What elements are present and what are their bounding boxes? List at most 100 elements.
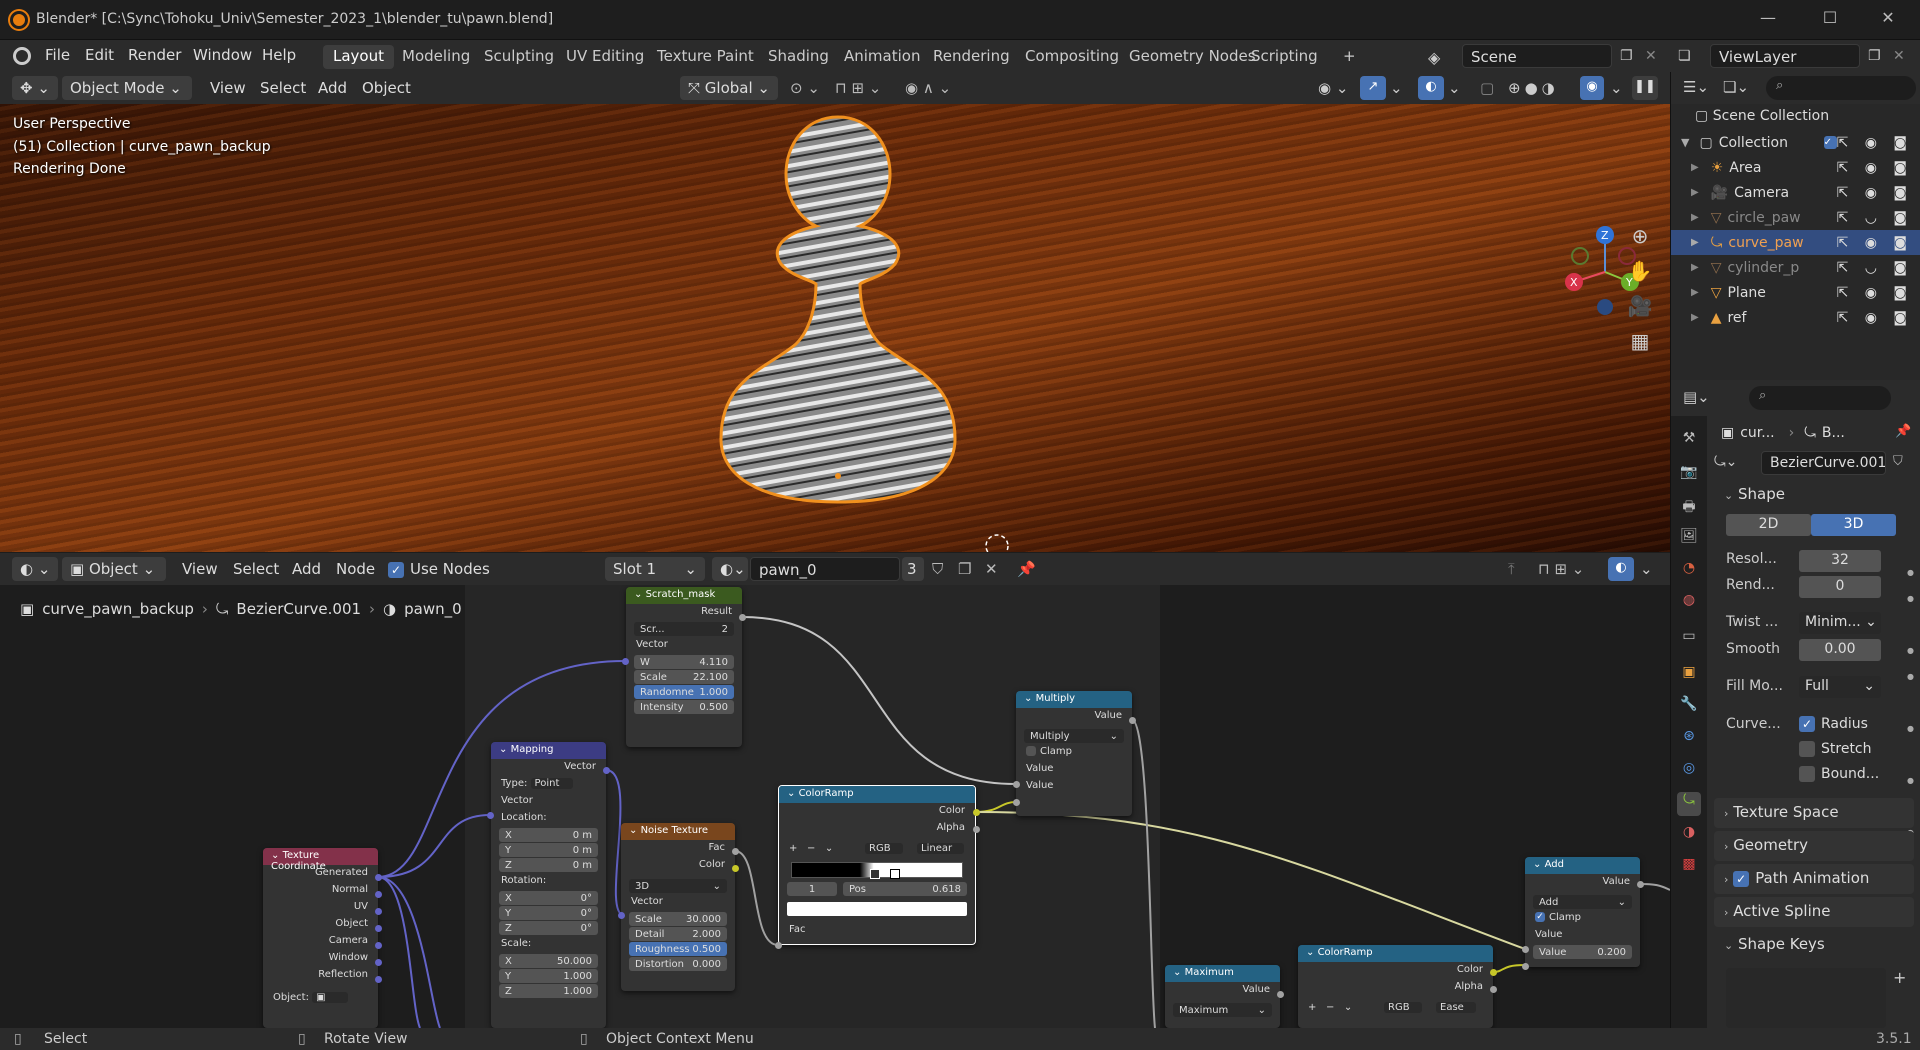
node-maximum[interactable]: ⌄ Maximum Value Maximum ⌄ [1165,965,1280,1028]
tab-layout[interactable]: Layout [323,45,394,69]
item-toggles[interactable]: ⇱ ◉ ◙ [1837,310,1913,326]
socket-maximum-out[interactable] [1277,991,1284,998]
mapping-type-dropdown[interactable]: Point [530,778,574,789]
item-toggles[interactable]: ⇱ ◡ ◙ [1837,260,1913,276]
socket-texcoord-window[interactable] [375,959,382,966]
noise-detail-field[interactable]: Detail 2.000 [629,927,727,941]
properties-search-icon[interactable]: ⌕ [1749,386,1891,410]
socket-colorramp2-color[interactable] [1490,969,1497,976]
proportional-edit-icon[interactable]: ◉ ∧ ⌄ [905,79,951,97]
outliner-scene-collection[interactable]: ▢ Scene Collection [1695,108,1829,124]
duplicate-material-icon[interactable]: ❐ [958,560,971,578]
colorramp-pos-field[interactable]: Pos 0.618 [843,882,967,896]
section-active-spline[interactable]: › Active Spline [1714,897,1914,927]
item-toggles[interactable]: ⇱ ◉ ◙ [1837,235,1913,251]
texcoord-object-picker[interactable]: ▣ [312,992,348,1003]
mapping-loc-y[interactable]: Y 0 m [499,843,598,857]
outliner-item-curve[interactable]: ▶ ⤿ curve_paw ⇱ ◉ ◙ [1671,230,1920,255]
noise-roughness-field[interactable]: Roughness 0.500 [629,942,727,956]
expand-arrow-icon[interactable]: ▶ [1691,187,1699,198]
rendered-shading-icon[interactable]: ◉ [1580,76,1604,100]
colorramp2-remove-button[interactable]: − [1326,1002,1334,1013]
expand-arrow-icon[interactable]: ▶ [1691,312,1699,323]
noise-dimension-dropdown[interactable]: 3D ⌄ [629,879,727,893]
tab-modeling[interactable]: Modeling [392,45,480,69]
socket-texcoord-reflection[interactable] [375,976,382,983]
colorramp2-mode-dropdown[interactable]: RGB [1384,1002,1422,1013]
material-users-count[interactable]: 3 [902,557,924,581]
outliner-item-plane[interactable]: ▶ ▽ Plane ⇱ ◉ ◙ [1671,280,1920,305]
colorramp-interp-dropdown[interactable]: Linear [917,843,965,854]
menu-edit[interactable]: Edit [85,46,114,64]
socket-multiply-in1[interactable] [1013,781,1020,788]
menu-object[interactable]: Object [362,79,411,97]
new-view-layer-icon[interactable]: ❐ [1868,48,1881,64]
node-snap-icon[interactable]: ⊓ ⊞ ⌄ [1538,560,1584,578]
delete-view-layer-icon[interactable]: ✕ [1893,48,1905,64]
socket-add-in1[interactable] [1522,946,1529,953]
parent-node-icon[interactable]: ⤒ [1508,560,1515,578]
multiply-operation-dropdown[interactable]: Multiply ⌄ [1024,729,1124,743]
radius-checkbox[interactable]: ✓ [1799,716,1815,732]
delete-scene-icon[interactable]: ✕ [1645,48,1657,64]
gizmo-toggle-icon[interactable]: ↗ [1360,76,1386,100]
datablock-name-field[interactable]: BezierCurve.001 [1761,451,1886,475]
resolution-field[interactable]: 32 [1799,550,1881,572]
socket-add-out[interactable] [1637,881,1644,888]
camera-view-icon[interactable]: 🎥 [1620,294,1660,326]
multiply-title[interactable]: ⌄ Multiply [1016,691,1132,708]
view-layer-selector[interactable]: ViewLayer [1710,44,1860,68]
mapping-scale-y[interactable]: Y 1.000 [499,969,598,983]
tab-sculpting[interactable]: Sculpting [474,45,564,69]
particles-tab-icon[interactable]: ⊛ [1677,728,1701,752]
colorramp2-title[interactable]: ⌄ ColorRamp [1298,945,1493,962]
section-geometry[interactable]: › Geometry [1714,831,1914,861]
colorramp2-interp-dropdown[interactable]: Ease [1436,1002,1476,1013]
colorramp-stop-0[interactable] [870,869,880,879]
close-button[interactable]: ✕ [1868,8,1908,32]
collapse-arrow-icon[interactable]: ▼ [1681,136,1689,149]
socket-add-in2[interactable] [1522,963,1529,970]
props-crumb-object[interactable]: cur... [1740,425,1774,441]
tab-uv-editing[interactable]: UV Editing [556,45,654,69]
item-toggles[interactable]: ⇱ ◡ ◙ [1837,210,1913,226]
socket-noise-fac[interactable] [732,848,739,855]
mapping-rot-y[interactable]: Y 0° [499,906,598,920]
menu-view[interactable]: View [210,79,246,97]
mode-selector[interactable]: Object Mode ⌄ [62,76,192,100]
socket-texcoord-object[interactable] [375,925,382,932]
item-toggles[interactable]: ⇱ ◉ ◙ [1837,160,1913,176]
menu-file[interactable]: File [45,46,70,64]
multiply-clamp-checkbox[interactable] [1026,746,1036,756]
section-texture-space[interactable]: › Texture Space [1714,798,1914,828]
socket-scratch-vector-in[interactable] [622,658,629,665]
noise-distortion-field[interactable]: Distortion 0.000 [629,957,727,971]
shape-keys-list[interactable] [1726,968,1886,1028]
overlay-toggle-icon[interactable]: ◐ [1418,76,1444,100]
socket-colorramp-fac[interactable] [775,942,782,949]
scratch-w-field[interactable]: W 4.110 [634,655,734,669]
colorramp2-menu-button[interactable]: ⌄ [1344,1002,1352,1013]
socket-texcoord-camera[interactable] [375,942,382,949]
tab-compositing[interactable]: Compositing [1015,45,1129,69]
zoom-icon[interactable]: ⊕ [1620,224,1660,256]
fill-mode-dropdown[interactable]: Full ⌄ [1799,676,1881,698]
item-toggles[interactable]: ⇱ ◉ ◙ [1837,185,1913,201]
render-resolution-field[interactable]: 0 [1799,576,1881,598]
material-name-field[interactable]: pawn_0 [750,557,900,581]
shader-node-editor[interactable]: ⌄ Scratch_mask Result Scr... 2 Vector W 4.… [0,585,1670,1028]
add-workspace-button[interactable]: + [1333,45,1366,69]
pawn-render[interactable] [0,104,1670,552]
breadcrumb-object[interactable]: curve_pawn_backup [42,600,194,618]
smooth-field[interactable]: 0.00 [1799,639,1881,661]
path-animation-checkbox[interactable]: ✓ [1733,870,1750,887]
texcoord-title[interactable]: ⌄ Texture Coordinate [263,848,378,872]
tool-tab-icon[interactable]: ⚒ [1677,430,1701,454]
collection-toggles[interactable]: ✓⇱ ◉ ◙ [1823,135,1913,151]
node-add[interactable]: ⌄ Add Value Add ⌄ ✓ Clamp Value Value 0.200 [1525,857,1640,967]
render-tab-icon[interactable]: 📷 [1677,464,1701,488]
expand-arrow-icon[interactable]: ▶ [1691,212,1699,223]
node-overlay-dropdown[interactable]: ⌄ [1640,560,1653,578]
node-mapping[interactable]: ⌄ Mapping Vector Type: Point Vector Loca… [491,742,606,1028]
colorramp-stop-1[interactable] [890,869,900,879]
